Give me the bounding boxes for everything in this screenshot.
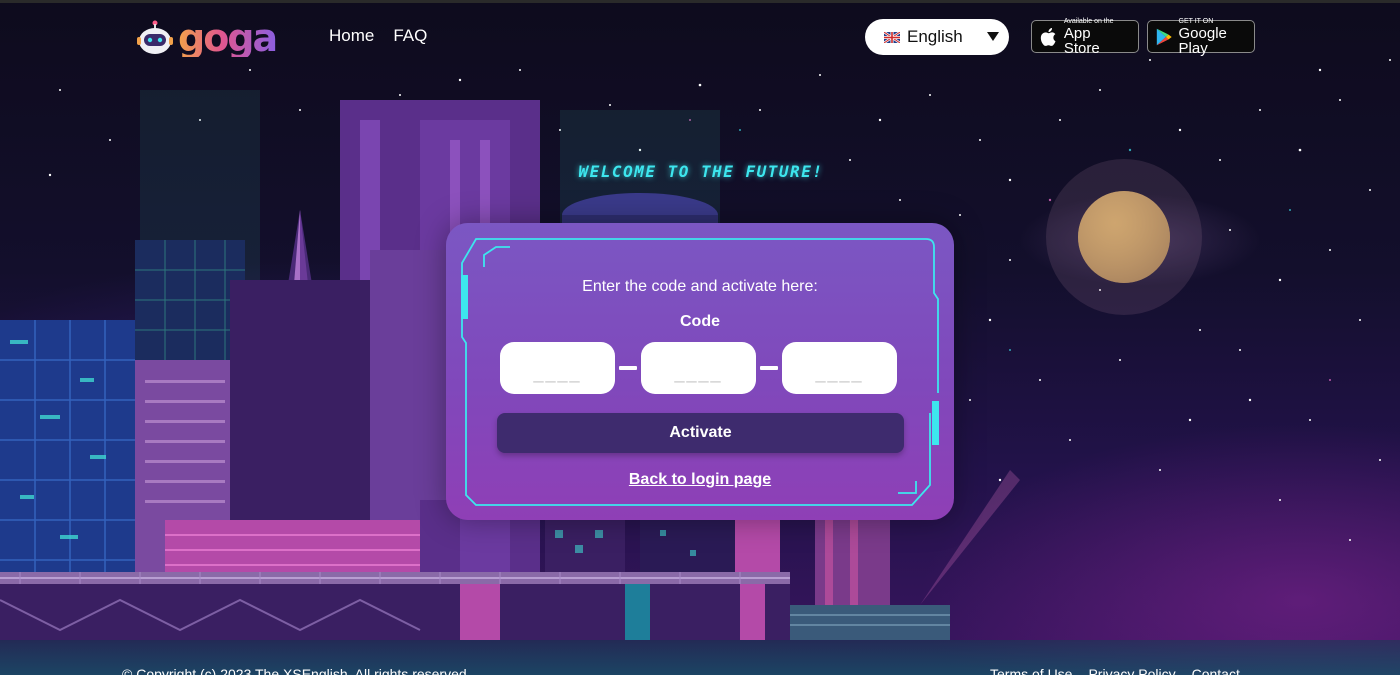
- contact-link[interactable]: Contact: [1192, 666, 1240, 675]
- copyright-text: © Copyright (c) 2023 The XSEnglish. All …: [122, 666, 471, 675]
- activation-card: Enter the code and activate here: Code A…: [446, 223, 954, 520]
- welcome-heading: WELCOME TO THE FUTURE!: [578, 162, 824, 181]
- code-input-2[interactable]: [641, 342, 756, 394]
- nav-faq-link[interactable]: FAQ: [393, 26, 427, 46]
- code-input-group: [500, 342, 897, 394]
- back-to-login-link[interactable]: Back to login page: [446, 471, 954, 489]
- app-store-small-text: Available on the: [1063, 17, 1114, 25]
- apple-icon: [1040, 27, 1056, 46]
- nav-home-link[interactable]: Home: [329, 26, 374, 46]
- google-play-icon: [1156, 28, 1172, 45]
- language-select[interactable]: English: [865, 19, 1009, 55]
- google-play-small-text: GET IT ON: [1178, 17, 1214, 25]
- code-input-3[interactable]: [782, 342, 897, 394]
- uk-flag-icon: [884, 31, 900, 43]
- goga-logo[interactable]: goga: [136, 12, 282, 64]
- google-play-big-text: Google Play: [1178, 24, 1227, 57]
- activate-button[interactable]: Activate: [497, 413, 904, 453]
- activation-prompt: Enter the code and activate here:: [582, 278, 818, 295]
- chevron-down-icon: [987, 32, 999, 41]
- main-nav: Home FAQ: [329, 26, 427, 46]
- terms-link[interactable]: Terms of Use: [990, 666, 1072, 675]
- code-separator: [619, 366, 637, 370]
- app-store-big-text: App Store: [1063, 24, 1100, 57]
- privacy-link[interactable]: Privacy Policy: [1088, 666, 1175, 675]
- footer-links: Terms of Use Privacy Policy Contact: [990, 666, 1240, 675]
- google-play-badge[interactable]: GET IT ON Google Play: [1147, 17, 1255, 57]
- code-separator: [760, 366, 778, 370]
- logo-wordmark: goga: [178, 16, 278, 60]
- code-label: Code: [680, 313, 720, 330]
- code-input-1[interactable]: [500, 342, 615, 394]
- app-store-badge[interactable]: Available on the App Store: [1031, 17, 1139, 57]
- language-selected-label: English: [907, 27, 963, 46]
- robot-mascot-icon: [137, 20, 173, 54]
